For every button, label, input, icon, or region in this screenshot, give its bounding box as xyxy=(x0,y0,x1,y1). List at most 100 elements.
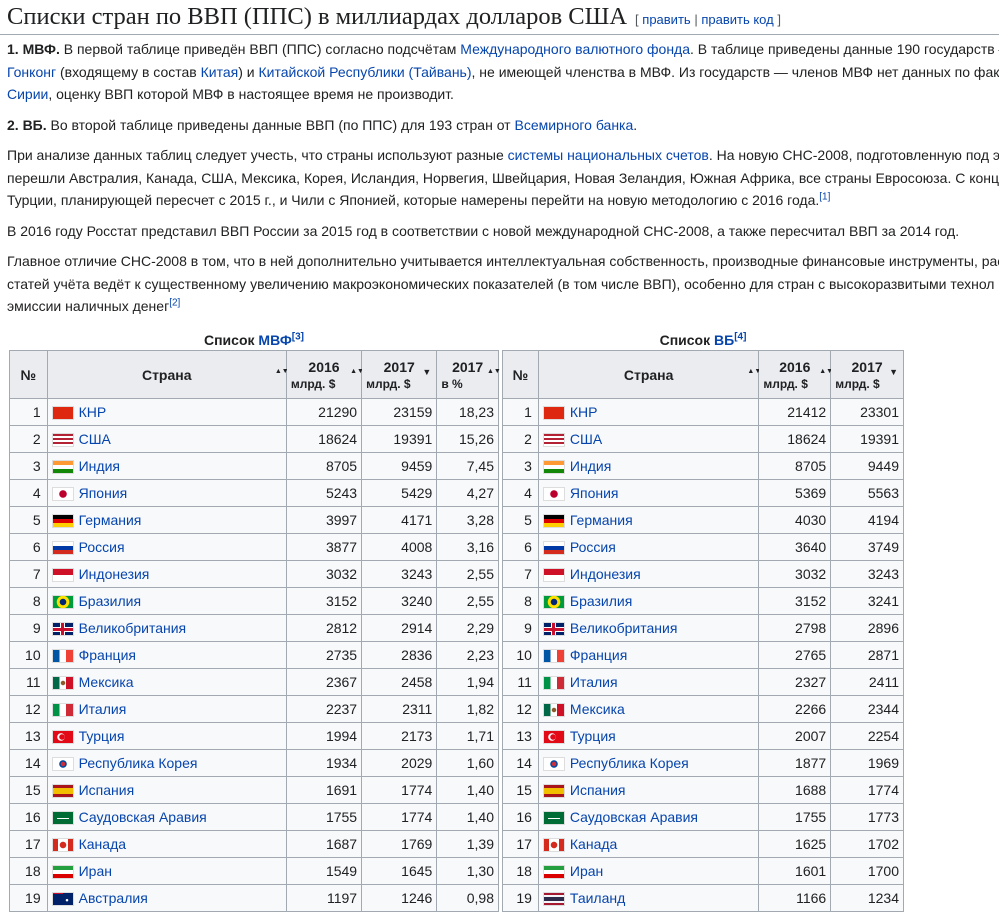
country-link[interactable]: Республика Корея xyxy=(79,755,198,771)
rank-cell: 3 xyxy=(9,452,48,480)
ref-3[interactable]: [3] xyxy=(292,331,304,342)
col-header-country[interactable]: Страна ▲▼ xyxy=(537,350,761,399)
country-link[interactable]: Испания xyxy=(79,782,135,798)
country-link[interactable]: Иран xyxy=(570,863,603,879)
table-row: 6 Россия 3877 4008 3,16 xyxy=(9,533,499,561)
country-cell: Россия xyxy=(537,533,760,561)
paragraph-sna2008: Главное отличие СНС-2008 в том, что в не… xyxy=(7,253,999,314)
sort-down-icon[interactable]: ▼ xyxy=(422,367,431,377)
value-2017-cell: 2871 xyxy=(830,641,904,669)
country-link[interactable]: США xyxy=(570,431,602,447)
value-2016-cell: 5243 xyxy=(285,479,363,507)
value-2016-cell: 2798 xyxy=(758,614,832,642)
flag-jp-icon xyxy=(542,487,565,502)
link-sna[interactable]: системы национальных счетов xyxy=(508,147,709,163)
sort-icon[interactable]: ▲▼ xyxy=(275,368,289,375)
value-2016-cell: 8705 xyxy=(285,452,363,480)
flag-tr-icon xyxy=(51,730,74,745)
country-link[interactable]: Таиланд xyxy=(570,890,625,906)
wb-table-body: 1 КНР 21412 23301 2 США 18624 19391 3 Индия 8705 94… xyxy=(502,398,904,912)
imf-caption-link[interactable]: МВФ xyxy=(258,332,291,348)
wb-caption-link[interactable]: ВБ xyxy=(714,332,734,348)
col-header-country[interactable]: Страна ▲▼ xyxy=(46,350,289,399)
col-header-2016[interactable]: 2016 млрд. $ ▲▼ xyxy=(285,350,364,399)
country-link[interactable]: Германия xyxy=(79,512,142,528)
country-link[interactable]: Мексика xyxy=(79,674,134,690)
value-2016-cell: 3032 xyxy=(285,560,363,588)
value-2016-cell: 18624 xyxy=(285,425,363,453)
country-link[interactable]: Индонезия xyxy=(79,566,150,582)
country-link[interactable]: Турция xyxy=(79,728,125,744)
country-link[interactable]: Италия xyxy=(79,701,127,717)
pct-cell: 3,28 xyxy=(436,506,499,534)
country-link[interactable]: Россия xyxy=(79,539,125,555)
pct-cell: 4,27 xyxy=(436,479,499,507)
country-link[interactable]: Иран xyxy=(79,863,112,879)
country-link[interactable]: Великобритания xyxy=(79,620,187,636)
edit-source-link[interactable]: править код xyxy=(701,12,773,27)
value-2017-cell: 1774 xyxy=(361,776,438,804)
country-link[interactable]: Индия xyxy=(79,458,120,474)
flag-fr-icon xyxy=(51,649,74,664)
sort-icon[interactable]: ▲▼ xyxy=(350,368,364,375)
rank-cell: 12 xyxy=(9,695,48,723)
country-link[interactable]: Австралия xyxy=(79,890,148,906)
flag-us-icon xyxy=(542,433,565,448)
flag-es-icon xyxy=(51,784,74,799)
sort-icon[interactable]: ▲▼ xyxy=(819,368,833,375)
sort-down-icon[interactable]: ▼ xyxy=(889,367,898,377)
country-link[interactable]: Мексика xyxy=(570,701,625,717)
value-2016-cell: 21290 xyxy=(285,398,363,426)
col-header-pct[interactable]: 2017 в % ▲▼ xyxy=(436,350,501,399)
ref-2[interactable]: [2] xyxy=(169,297,180,308)
col-header-2017[interactable]: 2017 млрд. $ ▼ xyxy=(830,350,904,399)
value-2017-cell: 5563 xyxy=(830,479,904,507)
link-china[interactable]: Китая xyxy=(201,64,239,80)
country-link[interactable]: КНР xyxy=(79,404,107,420)
country-link[interactable]: Индия xyxy=(570,458,611,474)
country-link[interactable]: Саудовская Аравия xyxy=(570,809,698,825)
value-2016-cell: 2735 xyxy=(285,641,363,669)
paragraph-sna: При анализе данных таблиц следует учесть… xyxy=(7,147,999,208)
country-link[interactable]: Бразилия xyxy=(570,593,632,609)
country-link[interactable]: Франция xyxy=(570,647,627,663)
country-cell: Канада xyxy=(46,830,287,858)
ref-4[interactable]: [4] xyxy=(734,331,746,342)
country-link[interactable]: Бразилия xyxy=(79,593,141,609)
country-link[interactable]: Испания xyxy=(570,782,626,798)
country-link[interactable]: Великобритания xyxy=(570,620,678,636)
country-link[interactable]: Канада xyxy=(570,836,617,852)
link-taiwan[interactable]: Китайской Республики (Тайвань) xyxy=(258,64,471,80)
link-syria[interactable]: Сирии xyxy=(7,86,48,102)
link-hongkong[interactable]: Гонконг xyxy=(7,64,56,80)
country-link[interactable]: Турция xyxy=(570,728,616,744)
sort-icon[interactable]: ▲▼ xyxy=(487,368,501,375)
country-cell: Турция xyxy=(46,722,287,750)
value-2017-cell: 1769 xyxy=(361,830,438,858)
country-link[interactable]: Япония xyxy=(570,485,619,501)
pct-cell: 2,55 xyxy=(436,560,499,588)
col-header-2016[interactable]: 2016 млрд. $ ▲▼ xyxy=(758,350,833,399)
link-imf[interactable]: Международного валютного фонда xyxy=(460,41,690,57)
link-world-bank[interactable]: Всемирного банка xyxy=(514,117,633,133)
col-header-2017[interactable]: 2017 млрд. $ ▼ xyxy=(361,350,438,399)
flag-id-icon xyxy=(542,568,565,583)
country-cell: Франция xyxy=(46,641,287,669)
ref-1[interactable]: [1] xyxy=(819,191,830,202)
sort-icon[interactable]: ▲▼ xyxy=(747,368,761,375)
pct-cell: 3,16 xyxy=(436,533,499,561)
flag-in-icon xyxy=(542,460,565,475)
country-link[interactable]: КНР xyxy=(570,404,598,420)
value-2017-cell: 2173 xyxy=(361,722,438,750)
country-link[interactable]: Индонезия xyxy=(570,566,641,582)
country-link[interactable]: Германия xyxy=(570,512,633,528)
country-link[interactable]: Канада xyxy=(79,836,126,852)
country-link[interactable]: Россия xyxy=(570,539,616,555)
edit-link[interactable]: править xyxy=(642,12,690,27)
country-link[interactable]: Италия xyxy=(570,674,618,690)
country-link[interactable]: Япония xyxy=(79,485,128,501)
country-link[interactable]: США xyxy=(79,431,111,447)
country-link[interactable]: Саудовская Аравия xyxy=(79,809,207,825)
country-link[interactable]: Республика Корея xyxy=(570,755,689,771)
country-link[interactable]: Франция xyxy=(79,647,136,663)
